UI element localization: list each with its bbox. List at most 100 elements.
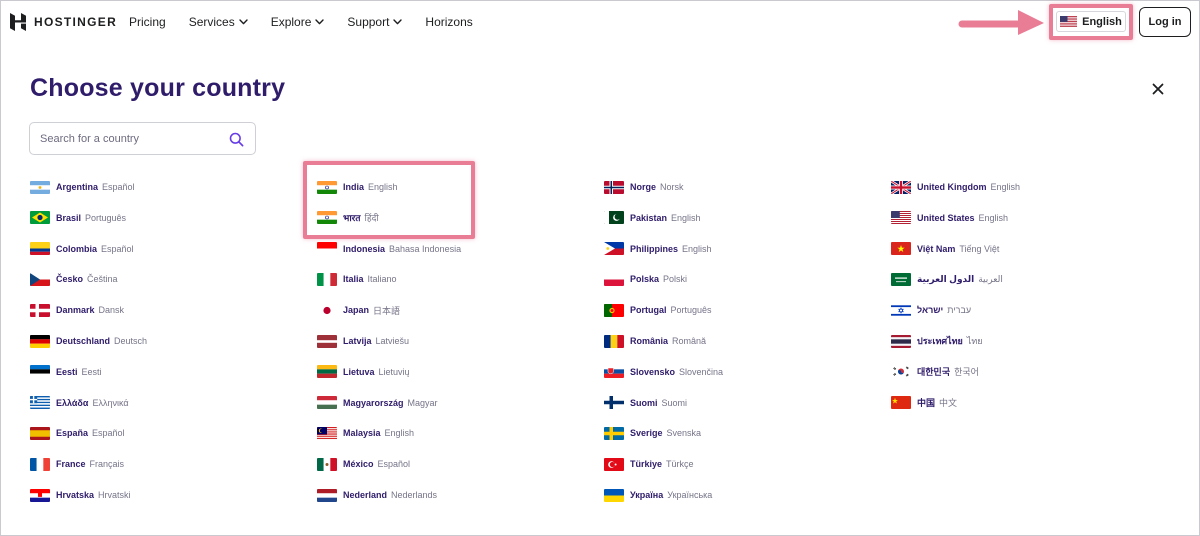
flag-icon (317, 488, 337, 502)
flag-icon (317, 457, 337, 471)
country-item[interactable]: ישראל עברית (891, 299, 971, 321)
country-item[interactable]: România Română (604, 330, 706, 352)
country-item[interactable]: Eesti Eesti (30, 361, 102, 383)
country-item[interactable]: Malaysia English (317, 422, 414, 444)
country-item[interactable]: Danmark Dansk (30, 299, 124, 321)
flag-icon (604, 334, 624, 348)
nav-item-label: Pricing (129, 15, 166, 29)
country-item[interactable]: Brasil Português (30, 207, 126, 229)
country-name: Lietuva (343, 366, 375, 377)
chevron-down-icon (315, 19, 325, 25)
country-language: עברית (947, 305, 972, 316)
flag-icon (30, 272, 50, 286)
country-item[interactable]: Slovensko Slovenčina (604, 361, 723, 383)
country-item[interactable]: Việt Nam Tiếng Việt (891, 238, 999, 260)
nav-item-support[interactable]: Support (347, 15, 403, 29)
flag-icon (891, 303, 911, 317)
country-name: Indonesia (343, 243, 386, 254)
login-button[interactable]: Log in (1139, 7, 1191, 37)
country-item[interactable]: Japan 日本語 (317, 299, 400, 321)
flag-icon (317, 242, 337, 256)
flag-icon (604, 488, 624, 502)
country-item[interactable]: United Kingdom English (891, 176, 1020, 198)
country-item[interactable]: India English (317, 176, 398, 198)
country-item[interactable]: Ελλάδα Ελληνικά (30, 392, 129, 414)
country-item[interactable]: France Français (30, 453, 124, 475)
nav-item-horizons[interactable]: Horizons (425, 15, 472, 29)
country-item[interactable]: Česko Čeština (30, 268, 118, 290)
country-language: Ελληνικά (92, 397, 129, 408)
country-item[interactable]: México Español (317, 453, 410, 475)
country-item[interactable]: 中国 中文 (891, 392, 957, 414)
country-item[interactable]: Polska Polski (604, 268, 687, 290)
brand-logo[interactable]: HOSTINGER (10, 13, 117, 31)
country-item[interactable]: Indonesia Bahasa Indonesia (317, 238, 461, 260)
country-name: 中国 (917, 398, 936, 409)
country-item[interactable]: España Español (30, 422, 125, 444)
country-item[interactable]: Magyarország Magyar (317, 392, 438, 414)
country-item[interactable]: Україна Українська (604, 484, 712, 506)
nav-item-services[interactable]: Services (189, 15, 248, 29)
flag-icon (30, 365, 50, 379)
country-language: Tiếng Việt (959, 243, 1000, 254)
search-icon[interactable] (229, 132, 244, 147)
nav-item-explore[interactable]: Explore (271, 15, 325, 29)
language-button[interactable]: English (1056, 11, 1126, 32)
country-language: Polski (663, 274, 688, 285)
country-name: México (343, 459, 374, 470)
country-item[interactable]: Lietuva Lietuvių (317, 361, 410, 383)
country-item[interactable]: الدول العربية العربية (891, 268, 1003, 290)
country-item[interactable]: Portugal Português (604, 299, 712, 321)
country-language: Español (92, 428, 125, 439)
country-language: Español (101, 243, 134, 254)
country-name: Philippines (630, 243, 679, 254)
flag-icon (30, 396, 50, 410)
country-language: English (671, 212, 701, 223)
country-item[interactable]: Hrvatska Hrvatski (30, 484, 131, 506)
flag-icon (317, 303, 337, 317)
country-item[interactable]: Colombia Español (30, 238, 134, 260)
country-item[interactable]: Türkiye Türkçe (604, 453, 694, 475)
flag-icon (30, 180, 50, 194)
country-name: España (56, 428, 89, 439)
country-item[interactable]: Latvija Latviešu (317, 330, 409, 352)
country-item[interactable]: Norge Norsk (604, 176, 684, 198)
flag-icon (604, 365, 624, 379)
country-item[interactable]: Deutschland Deutsch (30, 330, 147, 352)
country-language: Norsk (660, 182, 684, 192)
flag-icon (604, 426, 624, 440)
top-navigation: HOSTINGER Pricing Services Explore Support H… (0, 0, 1200, 44)
country-item[interactable]: Sverige Svenska (604, 422, 701, 444)
flag-icon (891, 334, 911, 348)
country-item[interactable]: Argentina Español (30, 176, 135, 198)
country-item[interactable]: Pakistan English (604, 207, 701, 229)
country-item[interactable]: Suomi Suomi (604, 392, 687, 414)
nav-item-pricing[interactable]: Pricing (129, 15, 166, 29)
country-name: Eesti (56, 366, 78, 377)
country-language: English (368, 182, 398, 192)
country-item[interactable]: भारत हिंदी (317, 207, 379, 229)
nav-item-label: Support (347, 15, 390, 29)
flag-icon (604, 180, 624, 194)
flag-icon (317, 180, 337, 194)
flag-icon (317, 426, 337, 440)
chevron-down-icon (239, 19, 248, 25)
country-language: العربية (978, 273, 1003, 284)
country-name: Hrvatska (56, 490, 95, 500)
flag-icon (317, 211, 337, 225)
country-name: United Kingdom (917, 182, 987, 192)
flag-icon (30, 488, 50, 502)
country-item[interactable]: 대한민국 한국어 (891, 361, 979, 383)
close-icon[interactable] (1150, 81, 1166, 97)
country-name: Ελλάδα (56, 397, 89, 408)
country-item[interactable]: ประเทศไทย ไทย (891, 330, 983, 352)
country-language: Türkçe (666, 459, 694, 470)
country-name: Colombia (56, 243, 98, 254)
country-item[interactable]: Italia Italiano (317, 268, 397, 290)
country-item[interactable]: Philippines English (604, 238, 712, 260)
country-language: Dansk (98, 305, 125, 316)
country-item[interactable]: Nederland Nederlands (317, 484, 437, 506)
country-name: Україна (630, 490, 664, 500)
country-item[interactable]: United States English (891, 207, 1008, 229)
search-input[interactable] (40, 132, 225, 145)
